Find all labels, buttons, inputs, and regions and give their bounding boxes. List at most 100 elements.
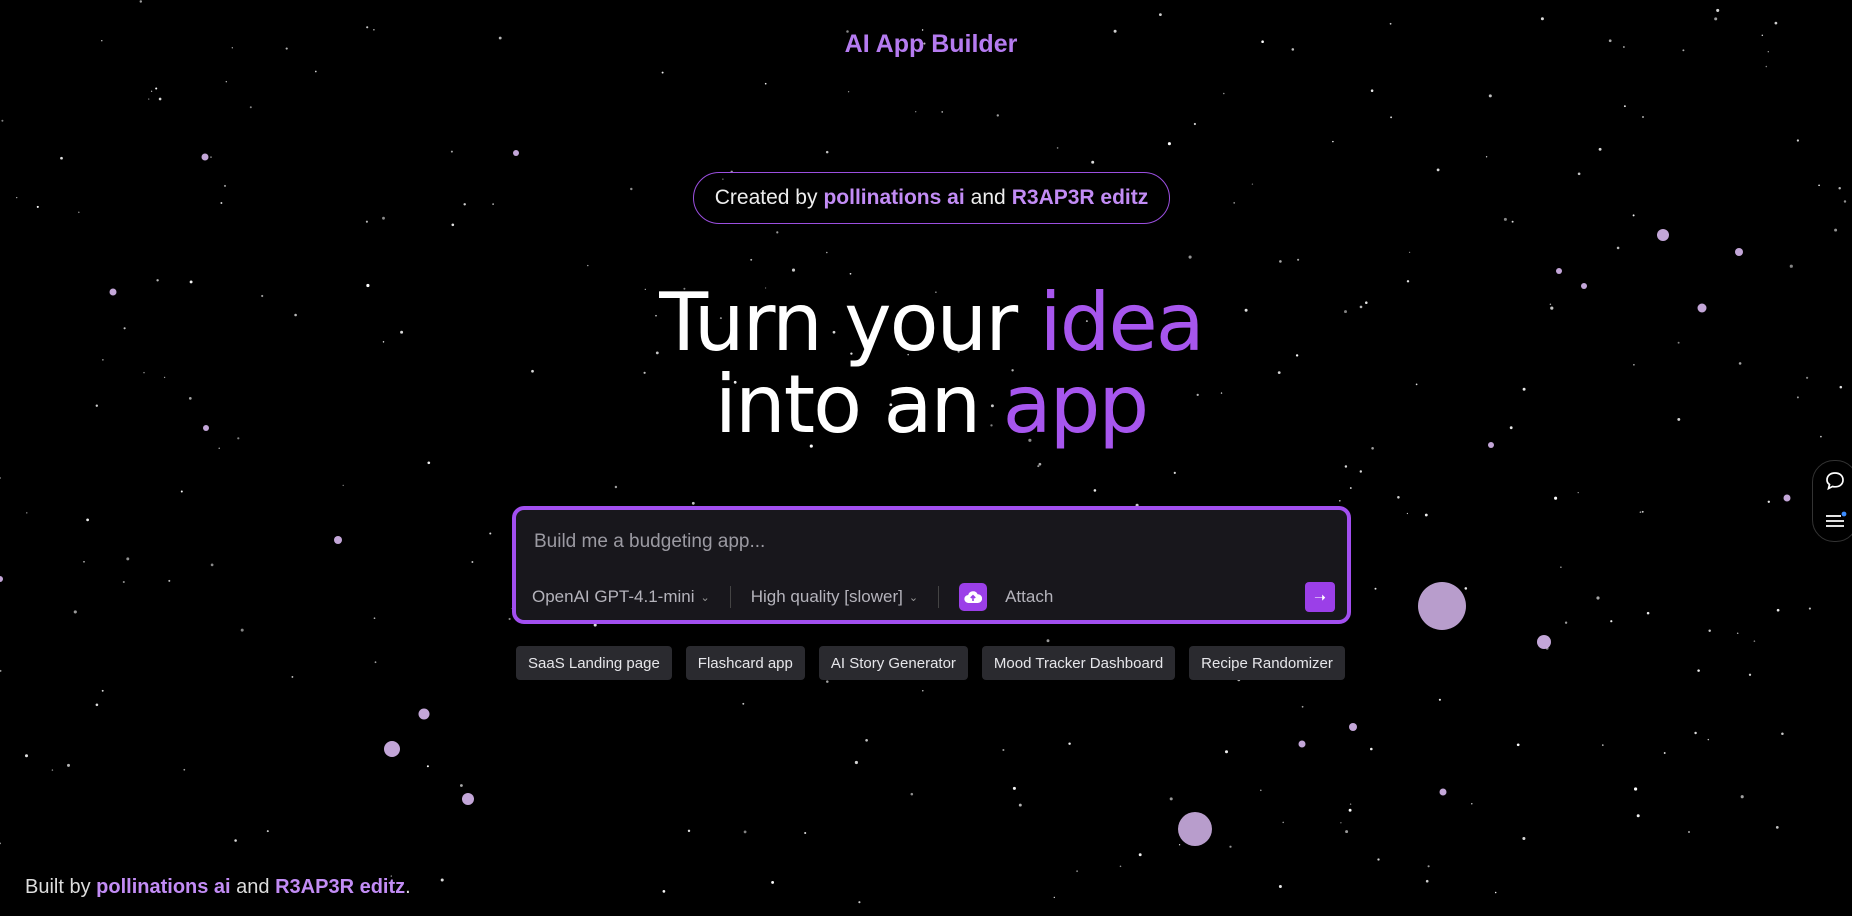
star: [847, 91, 850, 93]
suggestion-chip[interactable]: Mood Tracker Dashboard: [981, 646, 1176, 680]
star: [16, 196, 18, 199]
credit-link-r3ap3r[interactable]: R3AP3R editz: [1012, 186, 1149, 210]
star: [1397, 496, 1400, 499]
chat-bubble-icon[interactable]: [1823, 469, 1847, 493]
star: [234, 839, 237, 842]
footer-link-pollinations[interactable]: pollinations ai: [96, 876, 230, 898]
quality-select[interactable]: High quality [slower] ⌄: [751, 587, 918, 607]
star: [426, 765, 429, 768]
star: [1370, 89, 1374, 92]
star: [826, 680, 829, 683]
star: [662, 890, 666, 893]
star: [826, 251, 828, 254]
star: [858, 901, 861, 904]
bright-star: [418, 708, 430, 720]
attach-button[interactable]: Attach: [959, 583, 1053, 611]
star: [1119, 865, 1122, 868]
star: [1610, 620, 1613, 623]
star: [1789, 264, 1793, 268]
suggestion-chip[interactable]: AI Story Generator: [818, 646, 968, 680]
star: [1037, 465, 1040, 468]
app-title[interactable]: AI App Builder: [0, 30, 1852, 59]
prompt-input[interactable]: [532, 530, 1326, 554]
star: [218, 447, 220, 449]
star: [1338, 499, 1341, 502]
star: [240, 628, 244, 632]
star: [1485, 156, 1488, 158]
star: [743, 830, 747, 834]
suggestion-chip[interactable]: SaaS Landing page: [516, 646, 672, 680]
arrow-right-icon: ➝: [1314, 588, 1326, 605]
star: [471, 561, 474, 563]
star: [1708, 629, 1711, 632]
star: [1349, 803, 1352, 805]
star: [1425, 879, 1429, 883]
star: [771, 880, 775, 884]
star: [1753, 640, 1756, 642]
suggestion-chip[interactable]: Recipe Randomizer: [1189, 646, 1345, 680]
star: [1282, 821, 1284, 824]
star: [1663, 752, 1666, 754]
star: [314, 70, 317, 73]
credit-link-pollinations[interactable]: pollinations ai: [823, 186, 964, 210]
star: [1408, 251, 1411, 253]
star: [1632, 214, 1635, 217]
star: [1173, 471, 1176, 474]
bright-star: [1349, 723, 1357, 731]
star: [1406, 512, 1409, 515]
star: [1229, 845, 1232, 848]
star: [1251, 183, 1254, 185]
star: [1834, 228, 1838, 232]
model-select-label: OpenAI GPT-4.1-mini: [532, 587, 695, 606]
suggestion-chip[interactable]: Flashcard app: [685, 646, 805, 680]
star: [1012, 786, 1016, 790]
bright-star: [384, 741, 400, 757]
star: [1697, 669, 1700, 672]
star: [78, 211, 80, 214]
star: [225, 81, 227, 83]
footer-joiner: and: [236, 876, 270, 898]
footer-credit: Built by pollinations ai and R3AP3R edit…: [25, 876, 411, 899]
star: [148, 98, 150, 100]
footer-link-r3ap3r[interactable]: R3AP3R editz: [275, 876, 405, 898]
hero-heading: Turn your idea into an app: [0, 282, 1852, 446]
star: [630, 187, 633, 191]
star: [365, 220, 368, 223]
star: [1046, 639, 1050, 643]
star: [1838, 186, 1841, 190]
star: [1224, 750, 1229, 754]
star: [764, 82, 767, 85]
star: [210, 563, 214, 567]
star: [1349, 487, 1352, 489]
star: [26, 512, 28, 514]
bright-star: [201, 153, 209, 161]
star: [1093, 489, 1097, 492]
model-select[interactable]: OpenAI GPT-4.1-mini ⌄: [532, 587, 710, 607]
star: [223, 184, 227, 187]
star: [1260, 789, 1262, 792]
footer-suffix: .: [405, 876, 411, 898]
star: [1511, 220, 1514, 223]
bright-star: [1657, 229, 1669, 241]
star: [1332, 140, 1334, 143]
star: [291, 675, 294, 678]
star: [910, 792, 914, 796]
menu-list-icon[interactable]: [1823, 509, 1847, 533]
star: [854, 760, 858, 765]
quality-select-label: High quality [slower]: [750, 587, 903, 606]
star: [382, 216, 385, 220]
send-button[interactable]: ➝: [1305, 582, 1335, 612]
star: [1488, 94, 1492, 98]
star: [1278, 885, 1282, 888]
hero-line-1: Turn your idea: [0, 282, 1852, 364]
star: [342, 484, 344, 487]
star: [36, 205, 39, 208]
star: [1775, 826, 1779, 829]
star: [1002, 748, 1005, 752]
star: [1623, 105, 1626, 108]
star: [168, 579, 171, 582]
star: [614, 485, 618, 489]
star: [1056, 147, 1059, 149]
star: [1503, 217, 1507, 221]
star: [915, 111, 917, 113]
